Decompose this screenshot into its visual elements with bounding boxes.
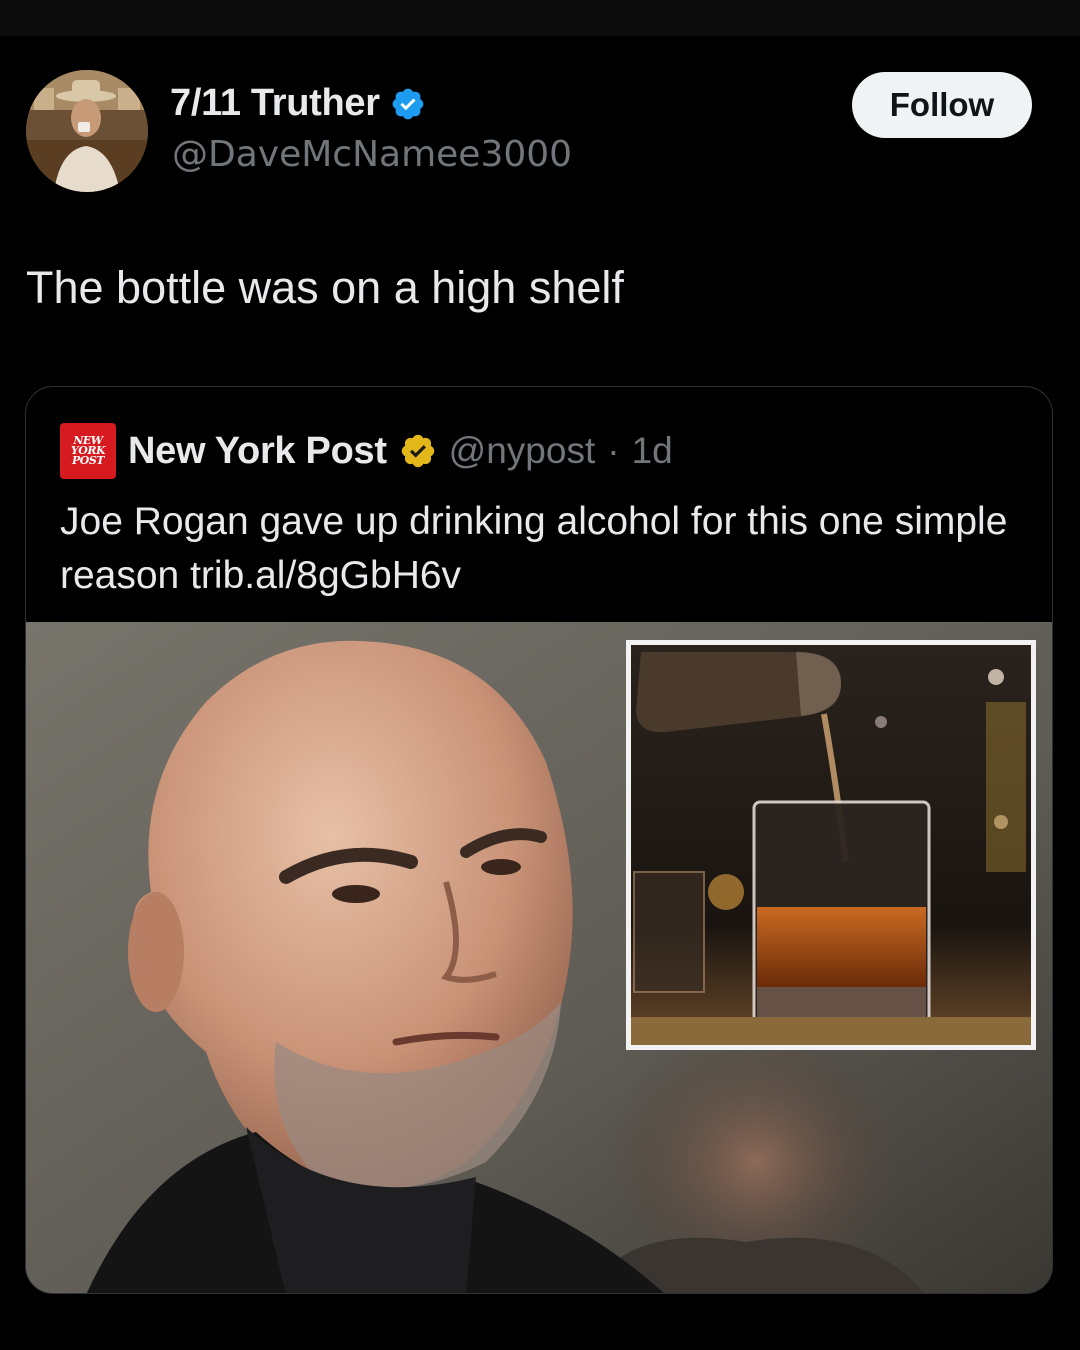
quoted-handle[interactable]: @nypost	[449, 430, 596, 472]
status-bar	[0, 0, 1080, 36]
quoted-tweet-card[interactable]: NEW YORK POST New York Post @nypost · 1d…	[25, 386, 1053, 1294]
verified-badge-icon	[392, 88, 424, 119]
follow-button[interactable]: Follow	[852, 72, 1032, 138]
nypost-logo-line3: POST	[72, 454, 104, 467]
avatar-photo	[26, 70, 148, 192]
nypost-logo[interactable]: NEW YORK POST	[60, 423, 116, 479]
author-display-name[interactable]: 7/11 Truther	[170, 82, 380, 125]
quoted-time-separator: ·	[607, 430, 620, 471]
author-handle[interactable]: @DaveMcNamee3000	[172, 134, 572, 175]
inset-whisky-photo	[626, 640, 1036, 1050]
author-avatar[interactable]	[26, 70, 148, 192]
quoted-tweet-header: NEW YORK POST New York Post @nypost · 1d	[60, 423, 673, 479]
author-display-name-row[interactable]: 7/11 Truther	[170, 82, 426, 125]
quoted-timestamp[interactable]: 1d	[632, 430, 673, 472]
quoted-display-name[interactable]: New York Post	[128, 430, 387, 473]
article-photo	[26, 622, 1052, 1293]
quoted-media-image[interactable]	[26, 622, 1052, 1293]
quoted-tweet-text: Joe Rogan gave up drinking alcohol for t…	[60, 500, 1008, 597]
verified-gold-badge-icon	[401, 434, 434, 468]
tweet-text: The bottle was on a high shelf	[26, 262, 624, 313]
